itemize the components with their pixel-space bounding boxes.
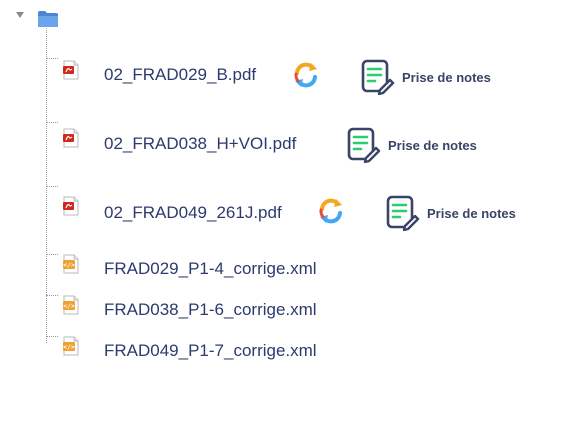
svg-text:</>: </>	[63, 261, 75, 269]
tree-branch-line	[46, 254, 58, 255]
note-edit-icon	[347, 127, 381, 163]
sync-icon[interactable]	[316, 196, 346, 226]
notes-button[interactable]: Prise de notes	[361, 59, 491, 95]
file-link[interactable]: FRAD038_P1-6_corrige.xml	[104, 300, 317, 320]
notes-button-label: Prise de notes	[388, 137, 477, 153]
tree-branch-line	[46, 122, 58, 123]
pdf-file-icon	[63, 60, 79, 80]
svg-text:</>: </>	[63, 302, 75, 310]
sync-icon[interactable]	[291, 60, 321, 90]
pdf-file-icon	[63, 128, 79, 148]
xml-file-icon: </>	[63, 295, 79, 315]
collapse-toggle-icon[interactable]	[16, 12, 24, 18]
notes-button[interactable]: Prise de notes	[347, 127, 477, 163]
file-link[interactable]: FRAD029_P1-4_corrige.xml	[104, 259, 317, 279]
note-edit-icon	[361, 59, 395, 95]
tree-branch-line	[46, 336, 58, 337]
file-link[interactable]: 02_FRAD049_261J.pdf	[104, 203, 282, 223]
folder-icon[interactable]	[37, 10, 59, 28]
tree-branch-line	[46, 186, 58, 187]
xml-file-icon: </>	[63, 336, 79, 356]
notes-button[interactable]: Prise de notes	[386, 195, 516, 231]
pdf-file-icon	[63, 196, 79, 216]
note-edit-icon	[386, 195, 420, 231]
file-link[interactable]: 02_FRAD029_B.pdf	[104, 65, 256, 85]
tree-branch-line	[46, 295, 58, 296]
svg-text:</>: </>	[63, 343, 75, 351]
notes-button-label: Prise de notes	[427, 205, 516, 221]
tree-branch-line	[46, 58, 58, 59]
xml-file-icon: </>	[63, 254, 79, 274]
file-link[interactable]: 02_FRAD038_H+VOI.pdf	[104, 134, 296, 154]
notes-button-label: Prise de notes	[402, 69, 491, 85]
file-link[interactable]: FRAD049_P1-7_corrige.xml	[104, 341, 317, 361]
